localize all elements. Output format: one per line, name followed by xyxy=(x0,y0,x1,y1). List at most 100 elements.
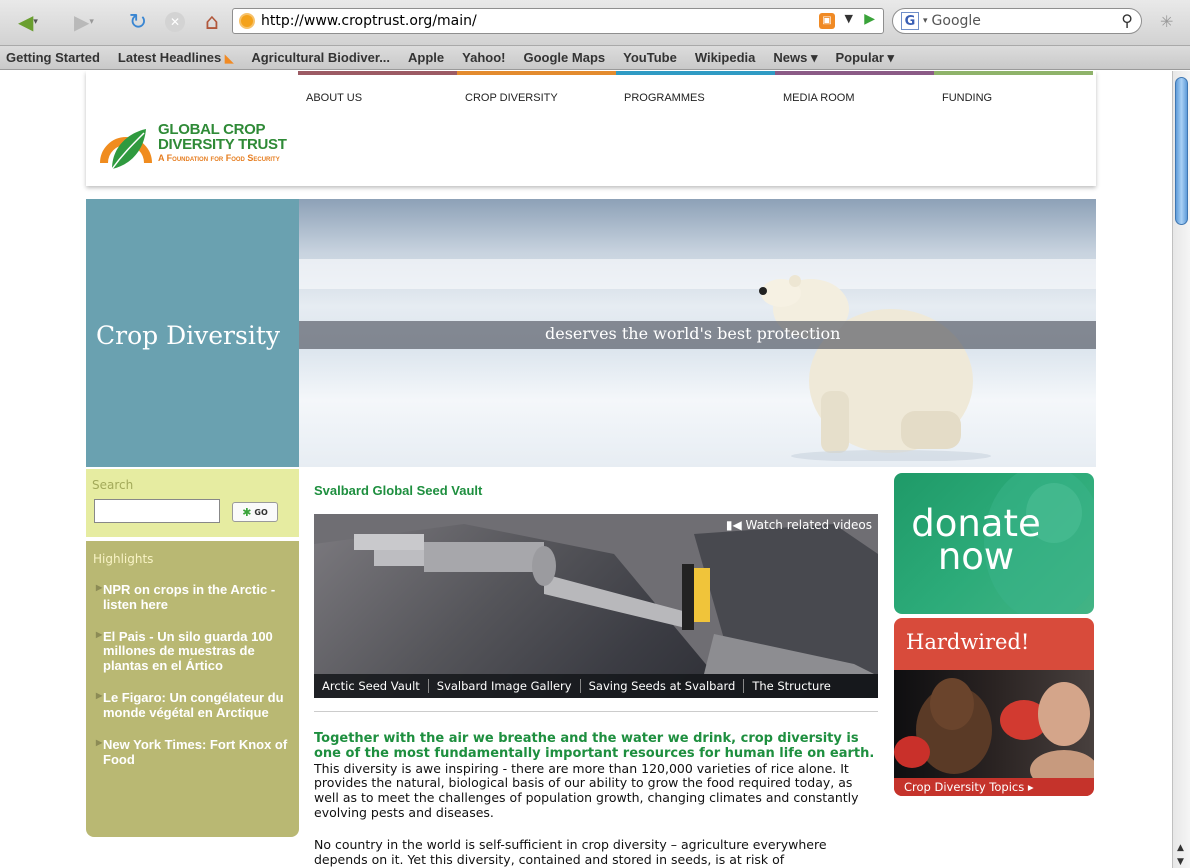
stop-button[interactable]: ✕ xyxy=(162,10,188,34)
page-scrollbar[interactable]: ▲ ▼ xyxy=(1172,71,1190,868)
browser-toolbar: ◀ ▾ ▶ ▾ ↻ ✕ ⌂ http://www.croptrust.org/mai… xyxy=(0,0,1190,46)
scrollbar-thumb[interactable] xyxy=(1175,77,1188,225)
search-engine-icon[interactable]: G xyxy=(901,12,919,30)
tab-arctic-seed-vault[interactable]: Arctic Seed Vault xyxy=(314,679,429,693)
bookmark-google-maps[interactable]: Google Maps xyxy=(524,50,606,65)
hero-title: Crop Diversity xyxy=(96,321,280,350)
logo-line-2: DIVERSITY TRUST xyxy=(158,135,287,153)
scroll-up-icon[interactable]: ▲ xyxy=(1177,843,1184,853)
tab-svalbard-gallery[interactable]: Svalbard Image Gallery xyxy=(429,679,581,693)
highlight-link[interactable]: ▶ New York Times: Fort Knox of Food xyxy=(96,736,291,768)
donate-now-banner[interactable]: donate now xyxy=(894,473,1094,614)
reload-button[interactable]: ↻ xyxy=(124,9,152,35)
highlight-link[interactable]: ▶ El Pais - Un silo guarda 100 millones d… xyxy=(96,628,291,674)
bookmark-label: Latest Headlines xyxy=(117,50,222,65)
main-navigation: ABOUT US CROP DIVERSITY PROGRAMMES MEDIA… xyxy=(298,71,1094,107)
intro-rest: This diversity is awe inspiring - there … xyxy=(314,760,859,820)
bookmarks-toolbar: Getting Started Latest Headlines ◣ Agric… xyxy=(0,46,1190,70)
back-button[interactable]: ◀ ▾ xyxy=(8,10,48,34)
home-icon: ⌂ xyxy=(205,9,219,35)
video-camera-icon: ▮◀ xyxy=(725,518,742,532)
hero-caption-band: deserves the world's best protection xyxy=(299,321,1096,349)
content-divider xyxy=(314,711,878,712)
url-dropdown-icon[interactable]: ▼ xyxy=(845,12,853,25)
hero-caption: deserves the world's best protection xyxy=(545,324,841,343)
search-bar[interactable]: G ▾ Google ⚲ xyxy=(892,8,1142,34)
bookmark-apple[interactable]: Apple xyxy=(408,50,444,65)
site-header: GLOBAL CROP DIVERSITY TRUST A Foundation… xyxy=(86,71,1096,186)
rss-feed-icon[interactable]: ▣ xyxy=(819,13,835,29)
hardwired-title: Hardwired! xyxy=(906,630,1030,654)
scroll-down-icon[interactable]: ▼ xyxy=(1177,857,1184,867)
tab-the-structure[interactable]: The Structure xyxy=(744,679,839,693)
highlight-link[interactable]: ▶ Le Figaro: Un congélateur du monde végé… xyxy=(96,690,291,721)
vault-illustration xyxy=(314,514,878,674)
site-logo[interactable]: GLOBAL CROP DIVERSITY TRUST A Foundation… xyxy=(98,111,287,173)
magnifier-icon[interactable]: ⚲ xyxy=(1121,11,1133,30)
star-icon: ✱ xyxy=(242,505,252,519)
highlight-text: El Pais - Un silo guarda 100 millones de… xyxy=(103,628,273,674)
highlight-text: New York Times: Fort Knox of Food xyxy=(103,736,288,767)
back-arrow-icon: ◀ xyxy=(18,10,34,34)
highlight-text: NPR on crops in the Arctic - listen here xyxy=(103,582,276,612)
seed-vault-image[interactable]: ▮◀ Watch related videos Arctic Seed Vaul… xyxy=(314,514,878,698)
bullet-arrow-icon: ▶ xyxy=(96,737,103,747)
go-arrow-icon[interactable]: ▶ xyxy=(864,11,875,27)
polar-bear-image xyxy=(759,275,991,461)
bookmark-getting-started[interactable]: Getting Started xyxy=(6,50,100,65)
logo-line-1: GLOBAL CROP xyxy=(158,120,266,138)
search-placeholder: Google xyxy=(931,13,981,29)
vault-image-tabs: Arctic Seed Vault Svalbard Image Gallery… xyxy=(314,674,878,698)
bullet-arrow-icon: ▶ xyxy=(96,691,103,701)
highlights-list: ▶ NPR on crops in the Arctic - listen her… xyxy=(96,582,291,784)
bookmark-wikipedia[interactable]: Wikipedia xyxy=(695,50,756,65)
hero-title-panel: Crop Diversity xyxy=(86,199,299,467)
nav-media-room[interactable]: MEDIA ROOM xyxy=(775,71,934,107)
bullet-arrow-icon: ▶ xyxy=(96,629,103,639)
logo-line-3: A Foundation for Food Security xyxy=(158,152,280,163)
nav-about-us[interactable]: ABOUT US xyxy=(298,71,457,107)
watch-videos-link[interactable]: ▮◀ Watch related videos xyxy=(726,518,872,532)
url-text: http://www.croptrust.org/main/ xyxy=(261,13,477,29)
bookmark-latest-headlines[interactable]: Latest Headlines ◣ xyxy=(118,50,233,65)
donate-line-2: now xyxy=(937,535,1015,579)
bullet-arrow-icon: ▶ xyxy=(96,583,103,592)
highlight-link[interactable]: ▶ NPR on crops in the Arctic - listen her… xyxy=(96,582,291,613)
hero-banner-image[interactable]: deserves the world's best protection xyxy=(299,199,1096,467)
intro-paragraph: Together with the air we breathe and the… xyxy=(314,731,880,821)
home-button[interactable]: ⌂ xyxy=(198,9,226,35)
bookmark-youtube[interactable]: YouTube xyxy=(623,50,677,65)
search-go-button[interactable]: ✱ GO xyxy=(232,502,278,522)
site-search-input[interactable] xyxy=(94,499,220,523)
nav-crop-diversity[interactable]: CROP DIVERSITY xyxy=(457,71,616,107)
address-bar[interactable]: http://www.croptrust.org/main/ ▣ ▼ ▶ xyxy=(232,8,884,34)
hardwired-banner[interactable]: Hardwired! Crop Diversity Topics ▸ xyxy=(894,618,1094,796)
bookmark-agricultural[interactable]: Agricultural Biodiver... xyxy=(251,50,390,65)
site-search-box: Search ✱ GO xyxy=(86,469,299,537)
highlights-panel: Highlights ▶ NPR on crops in the Arctic -… xyxy=(86,541,299,837)
logo-leaf-icon xyxy=(98,111,154,173)
highlight-text: Le Figaro: Un congélateur du monde végét… xyxy=(103,690,284,720)
nav-funding[interactable]: FUNDING xyxy=(934,71,1093,107)
section-title[interactable]: Svalbard Global Seed Vault xyxy=(314,483,880,498)
crop-diversity-topics-link[interactable]: Crop Diversity Topics ▸ xyxy=(894,778,1094,796)
engine-dropdown-icon[interactable]: ▾ xyxy=(923,16,928,26)
tab-saving-seeds[interactable]: Saving Seeds at Svalbard xyxy=(581,679,745,693)
search-label: Search xyxy=(92,478,134,492)
main-content: Svalbard Global Seed Vault ▮◀ Watch rela… xyxy=(314,483,880,867)
throbber-icon: ✳ xyxy=(1160,12,1174,31)
intro-lead: Together with the air we breathe and the… xyxy=(314,731,875,762)
nav-programmes[interactable]: PROGRAMMES xyxy=(616,71,775,107)
site-favicon-icon xyxy=(239,13,255,29)
bookmark-popular[interactable]: Popular ▾ xyxy=(836,50,895,66)
reload-icon: ↻ xyxy=(128,9,148,35)
highlights-title: Highlights xyxy=(93,552,154,566)
donate-text: donate now xyxy=(906,505,1046,579)
stop-icon: ✕ xyxy=(165,12,185,32)
bookmark-news[interactable]: News ▾ xyxy=(773,50,817,66)
go-label: GO xyxy=(254,507,268,517)
forward-button[interactable]: ▶ ▾ xyxy=(64,10,104,34)
forward-arrow-icon: ▶ xyxy=(74,10,90,34)
second-paragraph: No country in the world is self-sufficie… xyxy=(314,837,827,867)
bookmark-yahoo[interactable]: Yahoo! xyxy=(462,50,505,65)
